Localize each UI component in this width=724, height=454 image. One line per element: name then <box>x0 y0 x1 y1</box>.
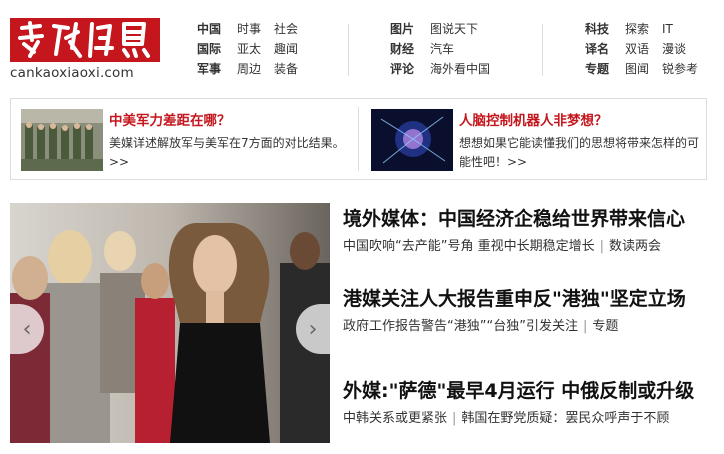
separator: | <box>452 411 457 426</box>
nav-link-it[interactable]: IT <box>662 19 673 39</box>
nav-link-china[interactable]: 中国 <box>197 19 237 39</box>
nav-link-translations[interactable]: 译名 <box>585 39 625 59</box>
chevron-right-icon: › <box>308 316 318 342</box>
nav-link-periphery[interactable]: 周边 <box>237 59 261 79</box>
headline-sublink[interactable]: 数读两会 <box>609 239 661 254</box>
nav-link-asia-pacific[interactable]: 亚太 <box>237 39 261 59</box>
feature-military[interactable]: 中美军力差距在哪？ 美媒详述解放军与美军在7方面的对比结果。>> <box>21 109 349 173</box>
headline-sublink[interactable]: 中韩关系或更紧张 <box>343 411 447 426</box>
nav-link-commentary[interactable]: 评论 <box>390 59 430 79</box>
headline-sublink[interactable]: 中国吹响“去产能”号角 重视中长期稳定增长 <box>343 239 595 254</box>
headline-subs: 政府工作报告警告“港独”“台独”引发关注 | 专题 <box>343 317 713 337</box>
headline-sublink[interactable]: 政府工作报告警告“港独”“台独”引发关注 <box>343 319 578 334</box>
slider-photo[interactable] <box>10 203 330 443</box>
nav-link-picture-news[interactable]: 图闻 <box>625 59 649 79</box>
logo-calligraphy <box>18 21 150 58</box>
logo-mark <box>10 18 160 62</box>
nav-link-society[interactable]: 社会 <box>274 19 298 39</box>
separator: | <box>599 239 604 254</box>
nav-group-3: 科技 探索 IT 译名 双语 漫谈 专题 图闻 锐参考 <box>585 19 711 79</box>
nav-row: 军事 周边 装备 <box>197 59 311 79</box>
nav-row: 图片 图说天下 <box>390 19 503 39</box>
logo-domain: cankaoxiaoxi.com <box>10 65 134 81</box>
headline-block-2: 港媒关注人大报告重申反"港独"坚定立场 政府工作报告警告“港独”“台独”引发关注… <box>343 285 713 337</box>
nav-link-sharp-reference[interactable]: 锐参考 <box>662 59 698 79</box>
feature-brain-thumbnail[interactable] <box>371 109 453 171</box>
headline-title[interactable]: 境外媒体：中国经济企稳给世界带来信心 <box>343 205 713 233</box>
nav-link-topics[interactable]: 专题 <box>585 59 625 79</box>
nav-link-equipment[interactable]: 装备 <box>274 59 298 79</box>
separator: | <box>582 319 588 334</box>
nav-row: 科技 探索 IT <box>585 19 711 39</box>
nav-link-chat[interactable]: 漫谈 <box>662 39 686 59</box>
feature-military-desc[interactable]: 美媒详述解放军与美军在7方面的对比结果。>> <box>109 134 349 172</box>
headline-subs: 中国吹响“去产能”号角 重视中长期稳定增长 | 数读两会 <box>343 237 713 257</box>
nav-row: 国际 亚太 趣闻 <box>197 39 311 59</box>
headline-block-3: 外媒:"萨德"最早4月运行 中俄反制或升级 中韩关系或更紧张 | 韩国在野党质疑：罢… <box>343 377 713 429</box>
nav-link-military[interactable]: 军事 <box>197 59 237 79</box>
feature-military-text: 中美军力差距在哪？ 美媒详述解放军与美军在7方面的对比结果。>> <box>109 109 349 173</box>
headline-title[interactable]: 港媒关注人大报告重申反"港独"坚定立场 <box>343 285 713 313</box>
feature-military-thumbnail[interactable] <box>21 109 103 171</box>
feature-brain-desc[interactable]: 想想如果它能读懂我们的思想将带来怎样的可能性吧！>> <box>459 134 699 172</box>
feature-brain-text: 人脑控制机器人非梦想？ 想想如果它能读懂我们的思想将带来怎样的可能性吧！>> <box>459 109 699 173</box>
nav-row: 中国 时事 社会 <box>197 19 311 39</box>
nav-link-international[interactable]: 国际 <box>197 39 237 59</box>
site-logo[interactable]: cankaoxiaoxi.com <box>10 18 162 86</box>
nav-link-exploration[interactable]: 探索 <box>625 19 649 39</box>
nav-row: 评论 海外看中国 <box>390 59 503 79</box>
nav-link-technology[interactable]: 科技 <box>585 19 625 39</box>
nav-link-pictures[interactable]: 图片 <box>390 19 430 39</box>
nav-divider <box>348 24 349 76</box>
nav-row: 专题 图闻 锐参考 <box>585 59 711 79</box>
headline-sublink[interactable]: 韩国在野党质疑：罢民众呼声于不顾 <box>461 411 669 426</box>
nav-divider <box>542 24 543 76</box>
feature-brain-title[interactable]: 人脑控制机器人非梦想？ <box>459 111 699 131</box>
feature-strip: 中美军力差距在哪？ 美媒详述解放军与美军在7方面的对比结果。>> 人脑控制机器人… <box>10 98 707 180</box>
nav-link-bilingual[interactable]: 双语 <box>625 39 649 59</box>
photo-slider[interactable]: ‹ › <box>10 203 330 443</box>
nav-link-overseas-view[interactable]: 海外看中国 <box>430 59 490 79</box>
headline-subs: 中韩关系或更紧张 | 韩国在野党质疑：罢民众呼声于不顾 <box>343 409 713 429</box>
nav-link-world-in-pictures[interactable]: 图说天下 <box>430 19 478 39</box>
feature-brain-robot[interactable]: 人脑控制机器人非梦想？ 想想如果它能读懂我们的思想将带来怎样的可能性吧！>> <box>371 109 699 173</box>
headline-title[interactable]: 外媒:"萨德"最早4月运行 中俄反制或升级 <box>343 377 713 405</box>
nav-link-current-affairs[interactable]: 时事 <box>237 19 261 39</box>
headline-sublink[interactable]: 专题 <box>592 319 618 334</box>
nav-row: 财经 汽车 <box>390 39 503 59</box>
nav-link-curiosities[interactable]: 趣闻 <box>274 39 298 59</box>
headline-block-1: 境外媒体：中国经济企稳给世界带来信心 中国吹响“去产能”号角 重视中长期稳定增长… <box>343 205 713 257</box>
feature-military-title[interactable]: 中美军力差距在哪？ <box>109 111 349 131</box>
nav-group-1: 中国 时事 社会 国际 亚太 趣闻 军事 周边 装备 <box>197 19 311 79</box>
nav-link-auto[interactable]: 汽车 <box>430 39 454 59</box>
chevron-left-icon: ‹ <box>22 316 32 342</box>
nav-group-2: 图片 图说天下 财经 汽车 评论 海外看中国 <box>390 19 503 79</box>
nav-row: 译名 双语 漫谈 <box>585 39 711 59</box>
nav-link-finance[interactable]: 财经 <box>390 39 430 59</box>
feature-divider <box>358 107 359 171</box>
